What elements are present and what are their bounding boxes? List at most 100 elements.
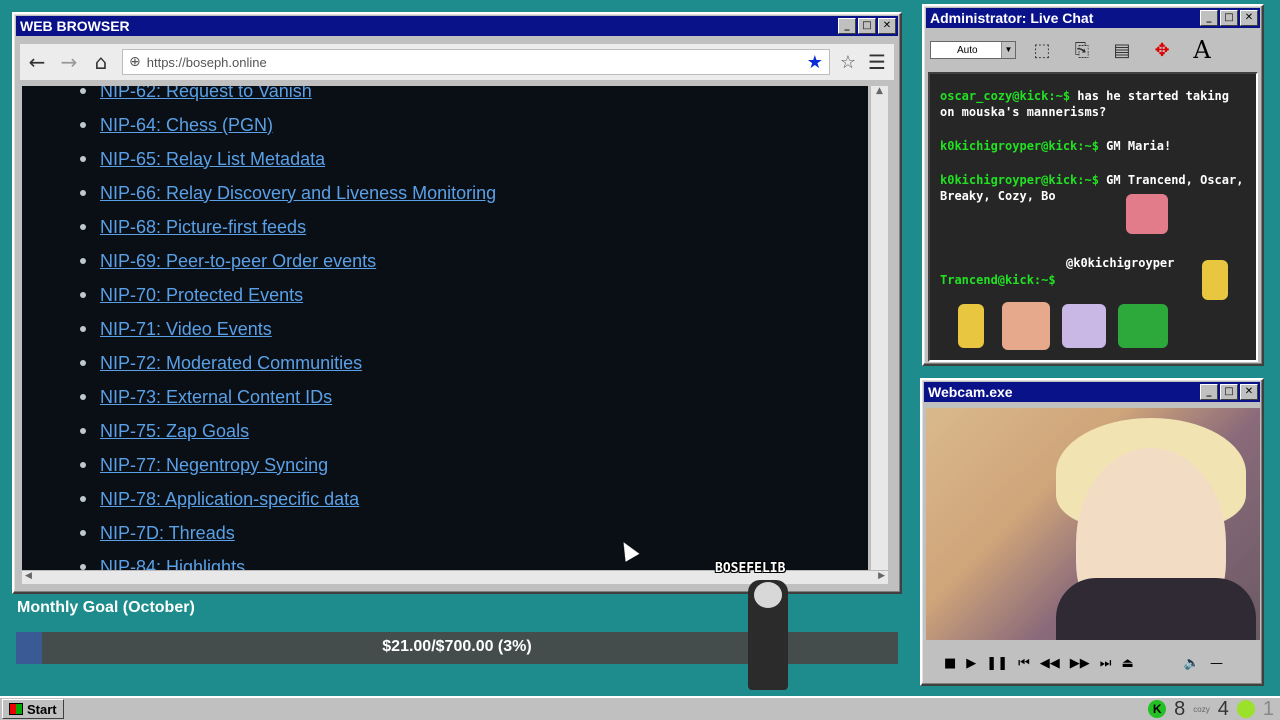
- vertical-scrollbar[interactable]: ▲: [870, 86, 888, 570]
- nip-link[interactable]: NIP-77: Negentropy Syncing: [100, 455, 328, 476]
- favorites-star-icon[interactable]: ☆: [840, 52, 856, 73]
- forward-icon[interactable]: →: [58, 50, 80, 74]
- browser-titlebar[interactable]: WEB BROWSER _ □ ✕: [16, 16, 898, 36]
- select-icon[interactable]: ⬚: [1028, 36, 1056, 64]
- nip-list-item: NIP-75: Zap Goals: [22, 414, 868, 448]
- nip-link[interactable]: NIP-7D: Threads: [100, 523, 235, 544]
- taskbar: Start K 8 cozy 4 1: [0, 696, 1280, 720]
- nip-link[interactable]: NIP-73: External Content IDs: [100, 387, 332, 408]
- volume-slider[interactable]: —: [1210, 656, 1223, 671]
- goal-title: Monthly Goal (October): [17, 599, 195, 616]
- maximize-button[interactable]: □: [858, 18, 876, 34]
- chat-window: Administrator: Live Chat _ □ ✕ Auto ▼ ⬚ …: [922, 4, 1264, 366]
- move-icon[interactable]: ✥: [1148, 36, 1176, 64]
- play-circle-icon[interactable]: [1236, 700, 1255, 718]
- close-button[interactable]: ✕: [878, 18, 896, 34]
- emote-icon: [958, 304, 984, 348]
- scroll-up-icon[interactable]: ▲: [871, 86, 888, 102]
- media-controls: ■ ▶ ❚❚ ⏮ ◀◀ ▶▶ ⏭ ⏏ 🔈 —: [926, 648, 1260, 678]
- nip-link[interactable]: NIP-64: Chess (PGN): [100, 115, 273, 136]
- nip-link[interactable]: NIP-68: Picture-first feeds: [100, 217, 306, 238]
- nip-link[interactable]: NIP-65: Relay List Metadata: [100, 149, 325, 170]
- fast-forward-icon[interactable]: ▶▶: [1070, 656, 1090, 671]
- back-icon[interactable]: ←: [26, 50, 48, 74]
- avatar-body: [1056, 578, 1256, 640]
- kick-icon[interactable]: K: [1148, 700, 1167, 718]
- volume-icon[interactable]: 🔈: [1184, 656, 1200, 671]
- pause-icon[interactable]: ❚❚: [986, 656, 1008, 671]
- nip-link[interactable]: NIP-72: Moderated Communities: [100, 353, 362, 374]
- scroll-right-icon[interactable]: ▶: [878, 571, 885, 584]
- nip-list-item: NIP-77: Negentropy Syncing: [22, 448, 868, 482]
- address-bar[interactable]: ⊕ https://boseph.online ★: [122, 49, 830, 75]
- nip-list-item: NIP-66: Relay Discovery and Liveness Mon…: [22, 176, 868, 210]
- url-text[interactable]: https://boseph.online: [147, 55, 801, 70]
- rewind-icon[interactable]: ◀◀: [1040, 656, 1060, 671]
- webcam-window: Webcam.exe _ □ ✕ ■ ▶ ❚❚ ⏮ ◀◀ ▶▶ ⏭ ⏏ 🔈 —: [920, 378, 1264, 686]
- emote-icon: [1062, 304, 1106, 348]
- play-icon[interactable]: ▶: [966, 656, 976, 671]
- nip-link[interactable]: NIP-78: Application-specific data: [100, 489, 359, 510]
- close-button[interactable]: ✕: [1240, 384, 1258, 400]
- pixel-avatar: [748, 580, 788, 690]
- nip-link[interactable]: NIP-84: Highlights: [100, 557, 245, 571]
- menu-icon[interactable]: ☰: [866, 50, 888, 74]
- minimize-button[interactable]: _: [1200, 384, 1218, 400]
- stop-icon[interactable]: ■: [944, 656, 956, 671]
- auto-select-label: Auto: [957, 44, 978, 56]
- nip-list-item: NIP-72: Moderated Communities: [22, 346, 868, 380]
- chat-titlebar[interactable]: Administrator: Live Chat _ □ ✕: [926, 8, 1260, 28]
- nip-link[interactable]: NIP-75: Zap Goals: [100, 421, 249, 442]
- paste-icon[interactable]: ▤: [1108, 36, 1136, 64]
- chevron-down-icon[interactable]: ▼: [1001, 42, 1015, 58]
- windows-logo-icon: [9, 703, 23, 715]
- webcam-titlebar[interactable]: Webcam.exe _ □ ✕: [924, 382, 1260, 402]
- bookmark-star-icon[interactable]: ★: [807, 52, 823, 73]
- minimize-button[interactable]: _: [1200, 10, 1218, 26]
- chat-toolbar: Auto ▼ ⬚ ⎘ ▤ ✥ A: [928, 32, 1258, 68]
- minimize-button[interactable]: _: [838, 18, 856, 34]
- chat-message: k0kichigroyper@kick:~$ GM Maria!: [940, 139, 1172, 153]
- tray-count: 1: [1262, 697, 1274, 720]
- tray-count: 4: [1217, 697, 1229, 720]
- nip-list-item: NIP-73: External Content IDs: [22, 380, 868, 414]
- chat-title: Administrator: Live Chat: [930, 10, 1094, 26]
- skip-forward-icon[interactable]: ⏭: [1100, 656, 1112, 671]
- nip-list-item: NIP-64: Chess (PGN): [22, 108, 868, 142]
- page-content: NIP-62: Request to Vanish NIP-64: Chess (…: [22, 86, 868, 570]
- cozy-label: cozy: [1193, 704, 1210, 714]
- chat-messages: oscar_cozy@kick:~$ has he started taking…: [928, 72, 1258, 362]
- avatar-head: [754, 582, 782, 608]
- home-icon[interactable]: ⌂: [90, 50, 112, 74]
- nip-link-list: NIP-62: Request to Vanish NIP-64: Chess (…: [22, 86, 868, 570]
- copy-icon[interactable]: ⎘: [1068, 36, 1096, 64]
- nip-link[interactable]: NIP-62: Request to Vanish: [100, 86, 312, 102]
- eject-icon[interactable]: ⏏: [1122, 656, 1134, 671]
- skip-back-icon[interactable]: ⏮: [1018, 656, 1030, 671]
- nip-link[interactable]: NIP-69: Peer-to-peer Order events: [100, 251, 376, 272]
- nip-list-item: NIP-69: Peer-to-peer Order events: [22, 244, 868, 278]
- nip-link[interactable]: NIP-71: Video Events: [100, 319, 272, 340]
- maximize-button[interactable]: □: [1220, 384, 1238, 400]
- webcam-video: [926, 408, 1260, 640]
- emote-icon: [1126, 194, 1168, 234]
- scroll-left-icon[interactable]: ◀: [25, 571, 32, 584]
- nip-list-item: NIP-70: Protected Events: [22, 278, 868, 312]
- nip-link[interactable]: NIP-70: Protected Events: [100, 285, 303, 306]
- globe-icon: ⊕: [129, 54, 141, 70]
- auto-select[interactable]: Auto ▼: [930, 41, 1016, 59]
- emote-icon: [1202, 260, 1228, 300]
- font-icon[interactable]: A: [1188, 36, 1216, 64]
- nip-link[interactable]: NIP-66: Relay Discovery and Liveness Mon…: [100, 183, 496, 204]
- maximize-button[interactable]: □: [1220, 10, 1238, 26]
- browser-toolbar: ← → ⌂ ⊕ https://boseph.online ★ ☆ ☰: [20, 44, 894, 80]
- avatar-nametag: BOSEFELIB: [715, 561, 786, 576]
- start-button[interactable]: Start: [2, 699, 64, 719]
- browser-title: WEB BROWSER: [20, 18, 130, 34]
- emote-icon: [1002, 302, 1050, 350]
- tray-count: 8: [1174, 697, 1186, 720]
- chat-message: k0kichigroyper@kick:~$ GM Trancend, Osca…: [940, 173, 1244, 203]
- nip-list-item: NIP-62: Request to Vanish: [22, 86, 868, 108]
- close-button[interactable]: ✕: [1240, 10, 1258, 26]
- emote-icon: [1118, 304, 1168, 348]
